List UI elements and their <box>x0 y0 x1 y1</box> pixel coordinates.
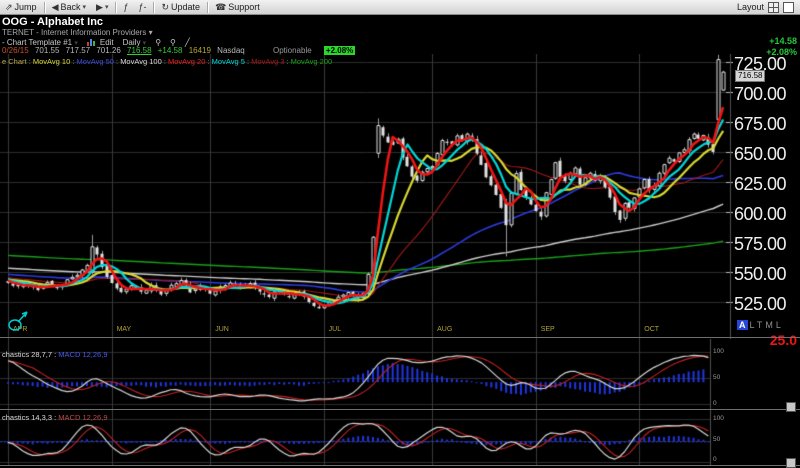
scale-mode-buttons[interactable]: A LTML <box>737 320 784 330</box>
legend-item[interactable]: MovAvg 200 <box>291 57 333 66</box>
tc2000-window: { "toolbar": { "jump":{"icon":"⇗","label… <box>0 0 800 467</box>
price-axis-label: 525.00 <box>734 294 786 315</box>
chart-cursor-icon <box>5 310 31 332</box>
legend-item[interactable]: e Chart <box>2 57 27 66</box>
function-button[interactable]: ƒ <box>118 1 133 14</box>
support-icon: ☎ <box>215 2 226 13</box>
month-label: JUN <box>215 326 229 333</box>
quote-low: 701.26 <box>96 46 120 55</box>
update-label: Update <box>171 2 200 12</box>
percent-change-badge: +2.08% <box>324 46 355 55</box>
toolbar-separator <box>44 2 45 13</box>
last-price-tag: 716.58 <box>735 70 765 82</box>
stochastic2-name: chastics 14,3,3 : <box>2 413 56 422</box>
forward-button[interactable]: ▶ ▾ <box>91 1 113 14</box>
month-label: MAY <box>117 326 132 333</box>
pane-scale-label: 0 <box>713 400 717 407</box>
function-sub-icon: ƒ- <box>138 2 146 12</box>
stochastic1-name: chastics 28,7,7 : <box>2 350 56 359</box>
legend-item[interactable]: MovAvg 50 <box>77 57 114 66</box>
optionable-label: Optionable <box>273 46 312 55</box>
legend-item[interactable]: MovAvg 10 <box>33 57 70 66</box>
pane-scale-label: 100 <box>713 415 724 422</box>
price-axis-label: 675.00 <box>734 114 786 135</box>
month-label: AUG <box>437 326 452 333</box>
back-button[interactable]: ◀ Back ▾ <box>47 1 91 14</box>
indicator-red-value: 25.0 <box>770 332 797 348</box>
support-label: Support <box>228 2 260 12</box>
quote-date: 0/26/15 <box>2 46 29 55</box>
industry-link[interactable]: TERNET - Internet Information Providers … <box>2 28 153 37</box>
price-axis-label: 600.00 <box>734 204 786 225</box>
change-percent: +2.08% <box>766 47 797 57</box>
forward-caret-icon[interactable]: ▾ <box>105 3 109 11</box>
month-label: JUL <box>329 326 341 333</box>
toolbar-separator <box>153 2 154 13</box>
price-axis-label: 575.00 <box>734 234 786 255</box>
toolbar-separator <box>207 2 208 13</box>
scale-arithmetic-button[interactable]: A <box>737 320 748 330</box>
stochastic1-macd: MACD 12,26,9 <box>58 350 107 359</box>
price-axis-label: 625.00 <box>734 174 786 195</box>
pane-resize-handle[interactable] <box>786 402 796 412</box>
indicator-legend: e Chart : MovAvg 10 : MovAvg 50 : MovAvg… <box>2 57 332 66</box>
stochastic1-canvas[interactable] <box>0 339 733 409</box>
pane-divider[interactable] <box>0 465 800 466</box>
scale-other-buttons[interactable]: LTML <box>750 320 784 330</box>
quote-change: +14.58 <box>158 46 183 55</box>
layout-label: Layout <box>737 2 764 12</box>
jump-icon: ⇗ <box>5 2 13 13</box>
industry-label: TERNET - Internet Information Providers <box>2 28 146 37</box>
legend-item[interactable]: MovAvg 5 <box>212 57 245 66</box>
main-chart-canvas[interactable] <box>0 54 733 339</box>
function-icon: ƒ <box>123 2 128 12</box>
back-icon: ◀ <box>52 2 59 13</box>
industry-caret-icon: ▾ <box>149 28 153 37</box>
legend-item[interactable]: MovAvg 20 <box>168 57 205 66</box>
quote-volume: 16419 <box>189 46 211 55</box>
pane-scale-label: 50 <box>713 374 720 381</box>
stochastic1-label[interactable]: chastics 28,7,7 : MACD 12,26,9 <box>2 350 108 359</box>
chart-bars-icon <box>87 39 95 46</box>
price-axis-label: 650.00 <box>734 144 786 165</box>
jump-button[interactable]: ⇗ Jump <box>0 1 42 14</box>
pane-divider[interactable] <box>0 409 800 410</box>
stochastic2-macd: MACD 12,26,9 <box>58 413 107 422</box>
toolbar: ⇗ Jump ◀ Back ▾ ▶ ▾ ƒ ƒ- ↻ Update ☎ Supp… <box>0 0 800 15</box>
layout-grid-icon[interactable] <box>768 2 779 13</box>
back-label: Back <box>60 2 80 12</box>
legend-item[interactable]: MovAvg 3 <box>251 57 284 66</box>
symbol-title: OOG - Alphabet Inc <box>2 16 103 28</box>
back-caret-icon[interactable]: ▾ <box>83 3 87 11</box>
pane-divider[interactable] <box>0 337 800 338</box>
function-sub-button[interactable]: ƒ- <box>133 1 151 14</box>
stochastic2-canvas[interactable] <box>0 410 733 466</box>
forward-icon: ▶ <box>96 2 103 13</box>
quote-data-line: 0/26/15 701.55 717.57 701.26 716.58 +14.… <box>2 46 359 55</box>
pane-scale-label: 100 <box>713 348 724 355</box>
month-label: SEP <box>541 326 555 333</box>
pane-scale-label: 50 <box>713 436 720 443</box>
legend-item[interactable]: MovAvg 100 <box>120 57 162 66</box>
price-axis-label: 550.00 <box>734 264 786 285</box>
jump-label: Jump <box>15 2 37 12</box>
change-absolute: +14.58 <box>769 36 797 46</box>
month-label: OCT <box>644 326 659 333</box>
quote-close: 716.58 <box>127 46 151 55</box>
quote-exchange: Nasdaq <box>217 46 245 55</box>
layout-single-icon[interactable] <box>783 2 794 13</box>
quote-open: 701.55 <box>35 46 59 55</box>
toolbar-separator <box>115 2 116 13</box>
update-icon: ↻ <box>161 2 169 13</box>
price-axis-label: 700.00 <box>734 84 786 105</box>
support-button[interactable]: ☎ Support <box>210 1 265 14</box>
pane-scale-label: 0 <box>713 456 717 463</box>
quote-high: 717.57 <box>66 46 90 55</box>
stochastic2-label[interactable]: chastics 14,3,3 : MACD 12,26,9 <box>2 413 108 422</box>
update-button[interactable]: ↻ Update <box>156 1 205 14</box>
